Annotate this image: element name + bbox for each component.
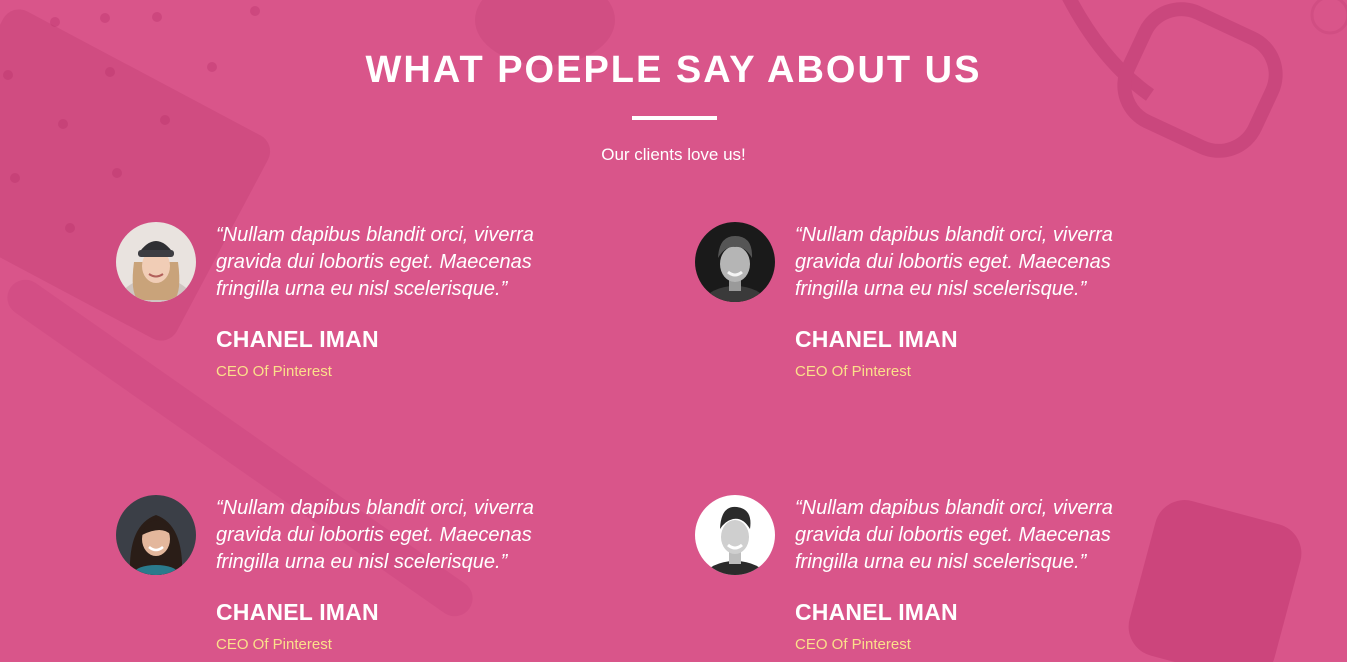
avatar-man-smiling-icon bbox=[695, 495, 775, 575]
section-title: WHAT POEPLE SAY ABOUT US bbox=[365, 49, 982, 91]
testimonial-name: CHANEL IMAN bbox=[216, 326, 379, 352]
testimonial-quote: “Nullam dapibus blandit orci, viverra gr… bbox=[795, 224, 1113, 300]
testimonials-section: WHAT POEPLE SAY ABOUT US Our clients lov… bbox=[0, 0, 1347, 662]
testimonial-role: CEO Of Pinterest bbox=[216, 636, 332, 653]
testimonial-card: “Nullam dapibus blandit orci, viverra gr… bbox=[116, 222, 616, 392]
avatar bbox=[695, 495, 775, 575]
avatar bbox=[116, 495, 196, 575]
avatar bbox=[116, 222, 196, 302]
testimonial-name: CHANEL IMAN bbox=[216, 599, 379, 625]
testimonial-role: CEO Of Pinterest bbox=[795, 363, 911, 380]
avatar bbox=[695, 222, 775, 302]
testimonial-card: “Nullam dapibus blandit orci, viverra gr… bbox=[116, 495, 616, 662]
testimonials-content: WHAT POEPLE SAY ABOUT US Our clients lov… bbox=[0, 0, 1347, 662]
testimonial-name: CHANEL IMAN bbox=[795, 599, 958, 625]
testimonial-card: “Nullam dapibus blandit orci, viverra gr… bbox=[695, 222, 1195, 392]
avatar-woman-dark-hair-icon bbox=[116, 495, 196, 575]
section-subtitle: Our clients love us! bbox=[601, 145, 746, 164]
testimonial-role: CEO Of Pinterest bbox=[795, 636, 911, 653]
testimonial-quote: “Nullam dapibus blandit orci, viverra gr… bbox=[216, 497, 534, 573]
testimonial-role: CEO Of Pinterest bbox=[216, 363, 332, 380]
avatar-man-curly-hair-icon bbox=[695, 222, 775, 302]
avatar-woman-beanie-icon bbox=[116, 222, 196, 302]
testimonial-name: CHANEL IMAN bbox=[795, 326, 958, 352]
testimonial-quote: “Nullam dapibus blandit orci, viverra gr… bbox=[216, 224, 534, 300]
testimonial-card: “Nullam dapibus blandit orci, viverra gr… bbox=[695, 495, 1195, 662]
testimonial-quote: “Nullam dapibus blandit orci, viverra gr… bbox=[795, 497, 1113, 573]
title-divider bbox=[632, 116, 717, 120]
